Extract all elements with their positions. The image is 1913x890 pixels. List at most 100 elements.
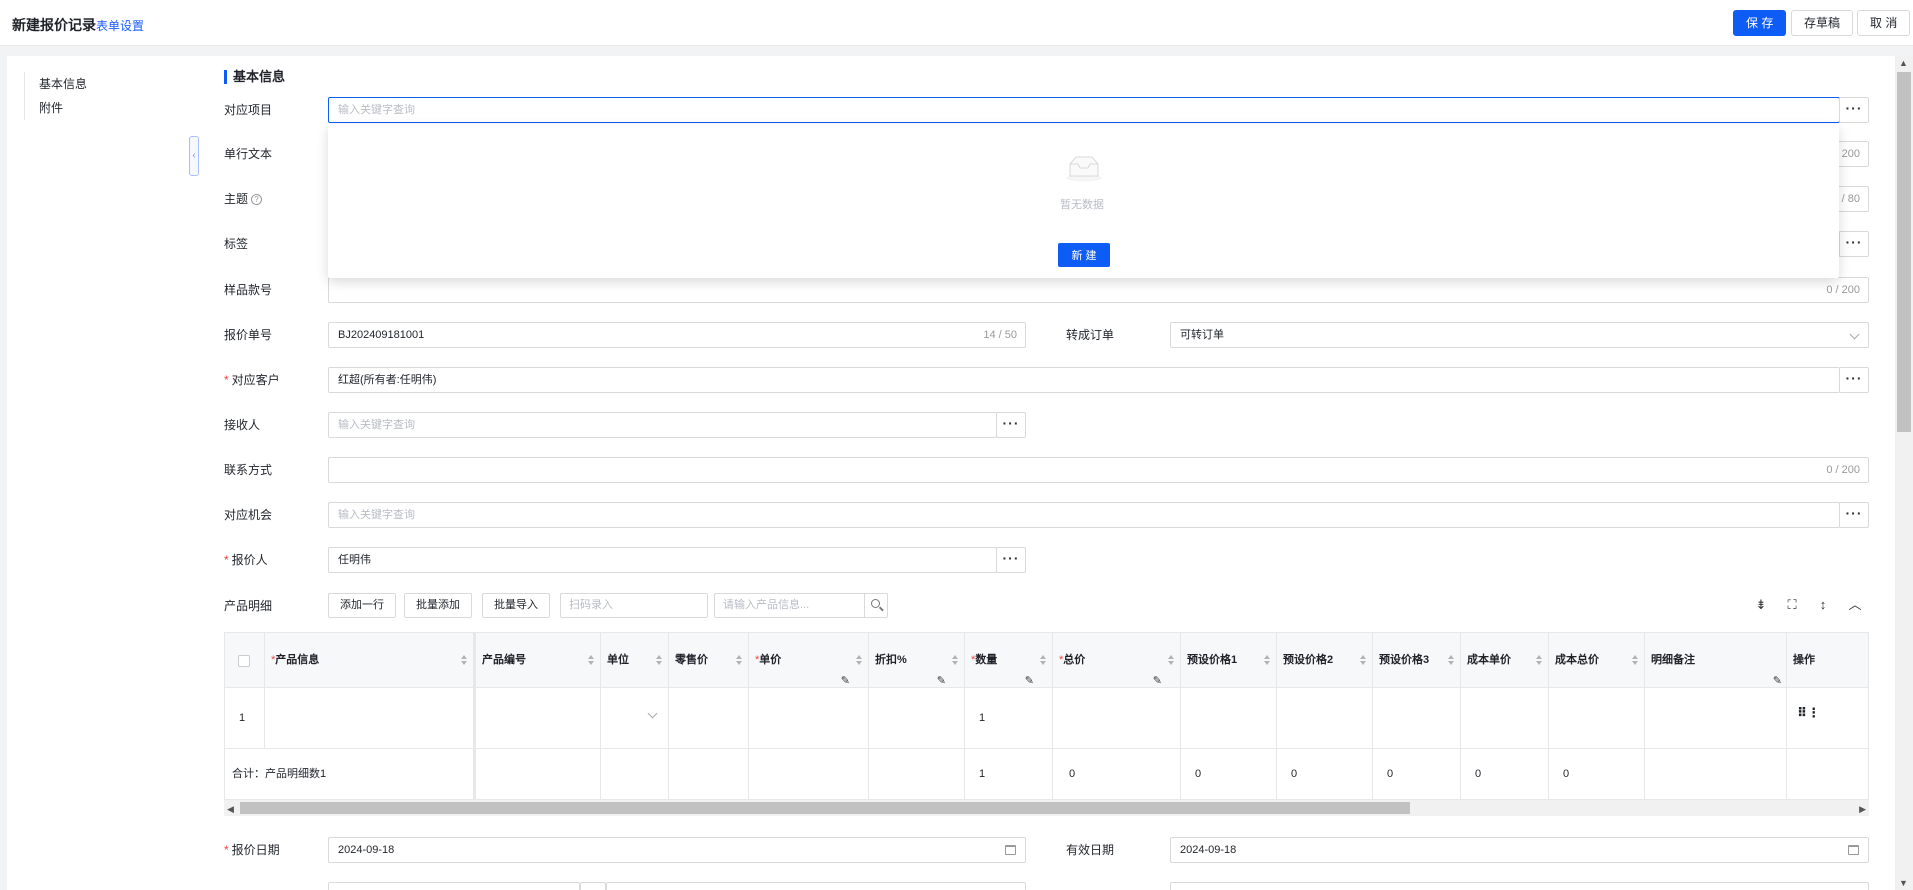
select-all-cell — [225, 633, 265, 688]
label-sample-no: 样品款号 — [224, 283, 273, 297]
col-actions: 操作 — [1793, 654, 1815, 666]
save-button[interactable]: 保 存 — [1733, 10, 1787, 36]
anchor-basic-info[interactable]: 基本信息 — [39, 72, 87, 96]
batch-import-button[interactable]: 批量导入 — [482, 593, 550, 618]
col-discount[interactable]: 折扣% ✎ — [869, 633, 965, 688]
project-more-button[interactable]: ··· — [1839, 97, 1869, 123]
receiver-more-button[interactable]: ··· — [996, 412, 1026, 438]
col-product-code[interactable]: 产品编号 — [474, 633, 601, 688]
batch-add-button[interactable]: 批量添加 — [404, 593, 472, 618]
col-preset-price-3[interactable]: 预设价格3 — [1373, 633, 1461, 688]
empty-text: 暂无数据 — [1060, 199, 1104, 211]
table-row: 1 1 ⠿⋮ — [225, 688, 1868, 749]
anchor-attachments[interactable]: 附件 — [39, 96, 87, 120]
next-field-input[interactable] — [328, 882, 580, 890]
expand-vertical-icon[interactable]: ↕ — [1815, 597, 1831, 613]
tags-more-button[interactable]: ··· — [1839, 231, 1869, 257]
opportunity-more-button[interactable]: ··· — [1839, 502, 1869, 528]
quoter-more-button[interactable]: ··· — [996, 547, 1026, 573]
opportunity-input[interactable]: 输入关键字查询 — [328, 502, 1840, 528]
table-total-row: 合计：产品明细数1 1 0 0 0 0 0 0 — [225, 749, 1868, 799]
total-label: 合计：产品明细数1 — [225, 749, 474, 799]
unit-cell[interactable] — [601, 688, 669, 748]
scroll-up-icon[interactable]: ▲ — [1899, 58, 1908, 68]
search-icon[interactable] — [864, 593, 888, 618]
sample-no-input[interactable]: 0 / 200 — [328, 277, 1869, 303]
total-price-sum: 0 — [1053, 749, 1181, 799]
to-order-select[interactable]: 可转订单 — [1170, 322, 1869, 348]
save-draft-button[interactable]: 存草稿 — [1791, 10, 1854, 36]
label-customer: * 对应客户 — [224, 373, 280, 387]
cost-total-price-cell — [1549, 688, 1645, 748]
new-project-button[interactable]: 新 建 — [1058, 243, 1110, 267]
label-quote-no: 报价单号 — [224, 328, 273, 342]
project-dropdown: 暂无数据 新 建 — [328, 124, 1839, 278]
next-field-button[interactable] — [580, 882, 606, 890]
scrollbar-thumb[interactable] — [240, 802, 1410, 814]
label-valid-date: 有效日期 — [1066, 843, 1115, 857]
discount-cell[interactable] — [869, 688, 965, 748]
chevron-down-icon — [647, 708, 658, 719]
customer-input[interactable]: 红超(所有者:任明伟) — [328, 367, 1840, 393]
row-height-icon[interactable]: ⇟ — [1753, 597, 1769, 613]
next-field-input-3[interactable] — [1170, 882, 1869, 890]
scroll-down-icon[interactable]: ▼ — [1899, 878, 1908, 888]
receiver-input[interactable]: 输入关键字查询 — [328, 412, 997, 438]
cost-total-price-sum: 0 — [1549, 749, 1645, 799]
next-field-input-2[interactable] — [606, 882, 1026, 890]
col-preset-price-1[interactable]: 预设价格1 — [1181, 633, 1277, 688]
col-unit-price[interactable]: *单价 ✎ — [749, 633, 869, 688]
col-preset-price-2[interactable]: 预设价格2 — [1277, 633, 1373, 688]
quote-no-input[interactable]: BJ202409181001 14 / 50 — [328, 322, 1026, 348]
col-quantity[interactable]: *数量 ✎ — [965, 633, 1053, 688]
product-table: *产品信息 产品编号 单位 零售价 *单价 ✎ 折扣% ✎ *数量 ✎ *总价 ✎ 预设… — [224, 632, 1869, 800]
product-info-cell[interactable] — [265, 688, 474, 748]
col-product-info[interactable]: *产品信息 — [265, 633, 474, 688]
col-detail-remark[interactable]: 明细备注 ✎ — [1645, 633, 1787, 688]
fullscreen-icon[interactable]: ⛶ — [1784, 597, 1800, 613]
detail-remark-cell[interactable] — [1645, 688, 1787, 748]
calendar-icon — [1848, 845, 1859, 855]
contact-input[interactable]: 0 / 200 — [328, 457, 1869, 483]
page-vertical-scrollbar[interactable]: ▲ ▼ — [1895, 56, 1913, 890]
project-input[interactable]: 输入关键字查询 — [328, 97, 1840, 123]
help-icon[interactable]: ? — [251, 194, 263, 205]
customer-more-button[interactable]: ··· — [1839, 367, 1869, 393]
scrollbar-thumb[interactable] — [1897, 72, 1911, 432]
quantity-cell[interactable]: 1 — [965, 688, 1053, 748]
form-settings-link[interactable]: 表单设置 — [96, 17, 144, 34]
col-cost-total-price[interactable]: 成本总价 — [1549, 633, 1645, 688]
cancel-button[interactable]: 取 消 — [1857, 10, 1911, 36]
col-cost-unit-price[interactable]: 成本单价 — [1461, 633, 1549, 688]
select-all-checkbox[interactable] — [238, 655, 250, 667]
chevron-up-icon[interactable]: ︿ — [1847, 597, 1863, 613]
label-quoter: * 报价人 — [224, 553, 268, 567]
preset-price-3-cell — [1373, 688, 1461, 748]
quoter-input[interactable]: 任明伟 — [328, 547, 997, 573]
col-retail-price[interactable]: 零售价 — [669, 633, 749, 688]
valid-date-picker[interactable]: 2024-09-18 — [1170, 837, 1869, 863]
scroll-left-icon[interactable]: ◀ — [227, 804, 234, 815]
chevron-down-icon — [1849, 329, 1860, 340]
unit-price-cell[interactable] — [749, 688, 869, 748]
label-receiver: 接收人 — [224, 418, 261, 432]
preset-price-2-cell — [1277, 688, 1373, 748]
total-price-cell[interactable] — [1053, 688, 1181, 748]
scan-input[interactable]: 扫码录入 — [560, 593, 708, 618]
col-unit[interactable]: 单位 — [601, 633, 669, 688]
table-horizontal-scrollbar[interactable]: ◀ ▶ — [224, 800, 1869, 816]
more-vertical-icon[interactable]: ⋮ — [1807, 705, 1820, 720]
label-tags: 标签 — [224, 237, 249, 251]
product-search-input[interactable]: 请输入产品信息... — [714, 593, 865, 618]
scroll-right-icon[interactable]: ▶ — [1859, 804, 1866, 815]
drag-handle-icon[interactable]: ⠿ — [1797, 705, 1807, 720]
label-subject: 主题? — [224, 186, 263, 212]
quote-date-picker[interactable]: 2024-09-18 — [328, 837, 1026, 863]
col-total-price[interactable]: *总价 ✎ — [1053, 633, 1181, 688]
anchor-nav: 基本信息 附件 — [24, 72, 87, 120]
table-header: *产品信息 产品编号 单位 零售价 *单价 ✎ 折扣% ✎ *数量 ✎ *总价 ✎ 预设… — [225, 633, 1868, 688]
total-quantity: 1 — [965, 749, 1053, 799]
label-products: 产品明细 — [224, 599, 273, 613]
collapse-nav-button[interactable]: ‹ — [189, 136, 199, 176]
add-row-button[interactable]: 添加一行 — [328, 593, 396, 618]
